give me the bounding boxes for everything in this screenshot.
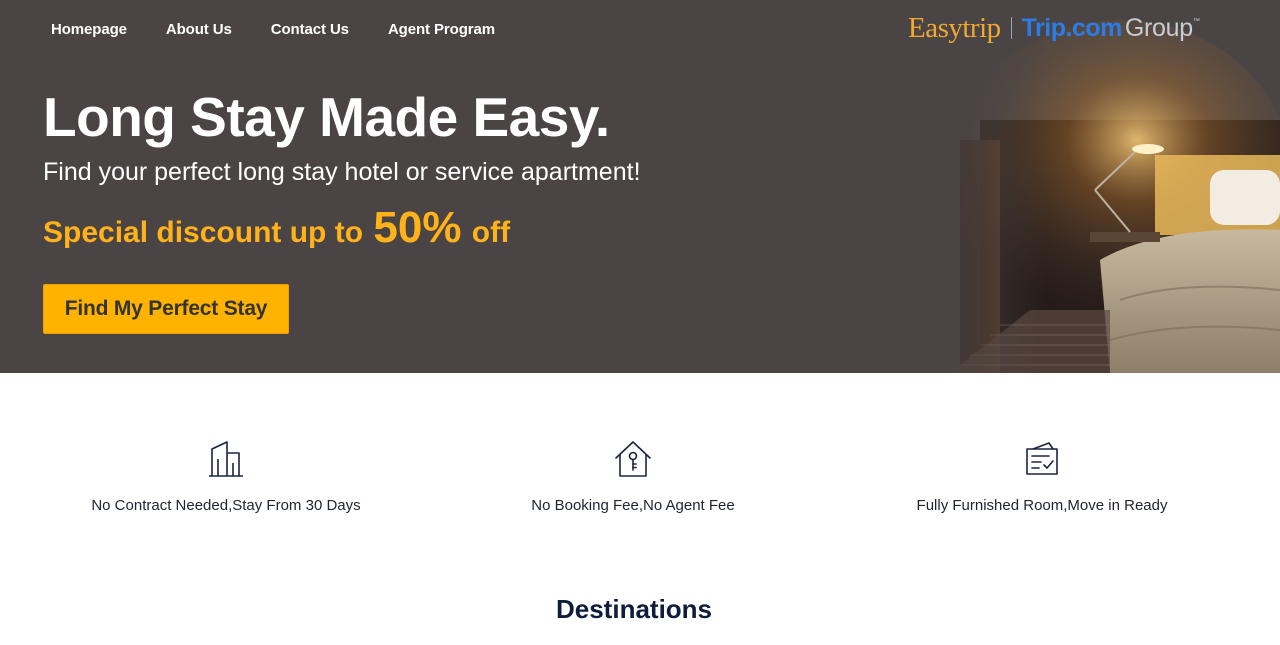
top-nav: Homepage About Us Contact Us Agent Progr… bbox=[51, 20, 534, 40]
discount-suffix: off bbox=[471, 216, 511, 249]
feature-no-booking-fee: No Booking Fee,No Agent Fee bbox=[423, 439, 843, 514]
feature-text: No Contract Needed,Stay From 30 Days bbox=[91, 497, 361, 514]
feature-fully-furnished: Fully Furnished Room,Move in Ready bbox=[832, 439, 1252, 514]
discount-prefix: Special discount up to bbox=[43, 216, 364, 249]
house-key-icon bbox=[615, 441, 651, 477]
group-logo-text: Group bbox=[1124, 13, 1193, 42]
trademark-mark: ™ bbox=[1192, 18, 1200, 25]
nav-about-us[interactable]: About Us bbox=[166, 20, 232, 40]
feature-text: No Booking Fee,No Agent Fee bbox=[531, 497, 735, 514]
logo-divider bbox=[1010, 17, 1012, 39]
nav-agent-program[interactable]: Agent Program bbox=[388, 20, 495, 40]
discount-value: 50% bbox=[373, 203, 462, 252]
destinations-heading: Destinations bbox=[555, 594, 713, 624]
discount-banner: Special discount up to 50% off bbox=[43, 200, 510, 261]
building-icon bbox=[209, 441, 243, 477]
feature-text: Fully Furnished Room,Move in Ready bbox=[916, 497, 1168, 514]
brand-logo[interactable]: Easytrip Trip.com Group ™ bbox=[908, 10, 1200, 46]
nav-contact-us[interactable]: Contact Us bbox=[271, 20, 349, 40]
checklist-card-icon bbox=[1026, 442, 1058, 475]
bedroom-background-image bbox=[920, 0, 1280, 373]
feature-no-contract: No Contract Needed,Stay From 30 Days bbox=[16, 439, 436, 514]
nav-homepage[interactable]: Homepage bbox=[51, 20, 127, 40]
tripcom-logo-text: Trip.com bbox=[1021, 13, 1123, 42]
hero-headline: Long Stay Made Easy. bbox=[43, 86, 610, 148]
easytrip-logo-text: Easytrip bbox=[908, 11, 1001, 44]
hero-subline: Find your perfect long stay hotel or ser… bbox=[43, 158, 641, 186]
find-my-perfect-stay-button[interactable]: Find My Perfect Stay bbox=[43, 284, 289, 334]
hero-banner: Homepage About Us Contact Us Agent Progr… bbox=[0, 0, 1280, 373]
